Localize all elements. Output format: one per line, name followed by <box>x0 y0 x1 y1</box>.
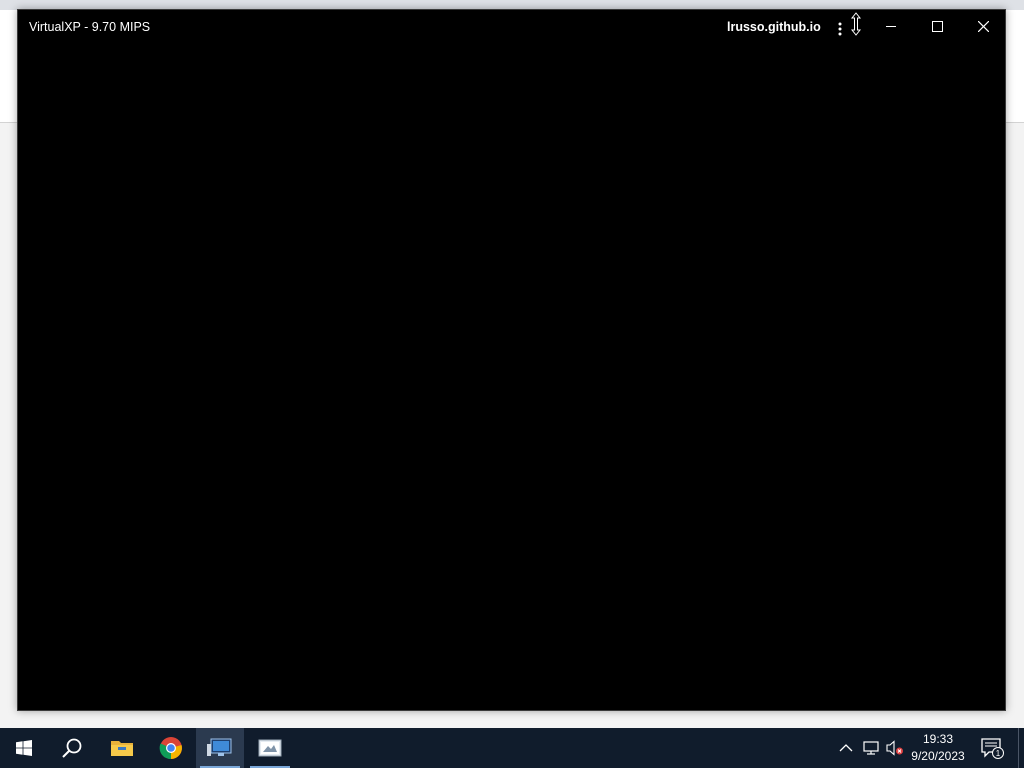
taskbar-snipping-tool[interactable] <box>246 728 294 768</box>
virtualxp-window: VirtualXP - 9.70 MIPS lrusso.github.io <box>17 9 1006 711</box>
clock-time: 19:33 <box>922 732 954 746</box>
chevron-up-icon[interactable] <box>838 740 854 756</box>
start-button[interactable] <box>0 728 48 768</box>
chrome-icon <box>159 737 182 760</box>
taskbar: 19:33 9/20/2023 1 <box>0 728 1024 768</box>
show-desktop-button[interactable] <box>1018 728 1024 768</box>
search-icon <box>62 738 82 758</box>
app-origin: lrusso.github.io <box>727 20 821 34</box>
minimize-button[interactable] <box>868 10 914 42</box>
screenshot-icon <box>258 739 282 757</box>
taskbar-clock[interactable]: 19:33 9/20/2023 <box>906 731 970 765</box>
windows-logo-icon <box>16 740 32 756</box>
taskbar-virtualxp[interactable] <box>196 728 244 768</box>
close-button[interactable] <box>960 10 1006 42</box>
vm-icon <box>207 738 232 756</box>
network-icon[interactable] <box>862 740 880 756</box>
folder-icon <box>111 741 133 756</box>
taskbar-file-explorer[interactable] <box>98 728 146 768</box>
maximize-icon <box>931 20 943 32</box>
notification-icon: 1 <box>981 738 1004 759</box>
emulator-display[interactable] <box>18 44 1005 710</box>
window-title: VirtualXP - 9.70 MIPS <box>29 20 151 34</box>
clock-date: 9/20/2023 <box>911 749 965 763</box>
volume-muted-icon[interactable] <box>886 740 904 756</box>
action-center-button[interactable]: 1 <box>980 737 1004 764</box>
notification-count: 1 <box>996 749 1001 758</box>
taskbar-chrome[interactable] <box>147 728 195 768</box>
search-button[interactable] <box>48 728 96 768</box>
resize-cursor-icon <box>850 12 862 36</box>
title-bar[interactable]: VirtualXP - 9.70 MIPS lrusso.github.io <box>18 10 1005 44</box>
close-icon <box>977 20 989 32</box>
app-menu-button[interactable] <box>830 17 850 41</box>
minimize-icon <box>886 26 896 27</box>
more-vertical-icon <box>838 22 842 36</box>
maximize-button[interactable] <box>914 10 960 42</box>
